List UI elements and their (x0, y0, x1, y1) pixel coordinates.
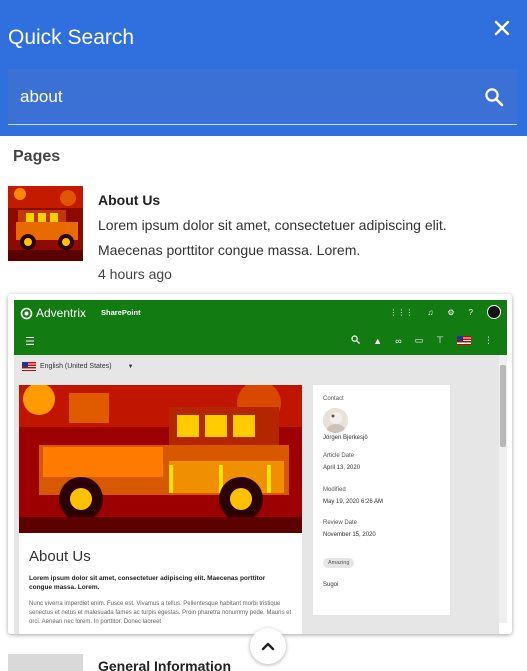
section-title-pages: Pages (13, 148, 61, 165)
search-icon (485, 88, 504, 107)
result-timestamp: 4 hours ago (98, 266, 172, 282)
brand-logo-icon (20, 307, 33, 319)
modified-date: May 19, 2020 6:26 AM (323, 499, 384, 505)
settings-icon: ⚙ (447, 307, 455, 317)
sitemap-icon: ⊤ (436, 335, 444, 345)
contact-avatar (323, 408, 348, 433)
extra-label: Sugoi (323, 582, 339, 588)
search-input[interactable] (8, 69, 468, 124)
chevron-up-icon (261, 642, 275, 651)
search-icon (351, 335, 361, 346)
scroll-up-button[interactable] (250, 628, 286, 664)
document-icon: ▭ (414, 335, 424, 345)
preview-brand: Adventrix (36, 306, 87, 320)
review-date: November 15, 2020 (323, 532, 376, 538)
preview-language-selector: English (United States) ▼ (22, 362, 134, 371)
preview-tool-icons: ▲ ∞ ▭ ⊤ ⋮ (351, 335, 493, 346)
review-date-label: Review Date (323, 520, 358, 526)
result-title: General Information (98, 658, 232, 671)
avatar (487, 305, 501, 319)
preview-toolbar: ☰ ▲ ∞ ▭ ⊤ ⋮ (14, 328, 507, 355)
contact-label: Contact (323, 396, 344, 402)
preview-hero-image (19, 385, 302, 533)
bell-icon: ♫ (427, 307, 434, 317)
preview-scrollbar (499, 355, 507, 623)
preview-sidebar: Contact Jörgen Bjerkesjö Article Date Ap… (313, 385, 450, 615)
article-date-label: Article Date (323, 453, 355, 459)
preview-paragraph: Nunc viverra imperdiet enim. Fusce est. … (29, 601, 292, 625)
close-icon (494, 20, 510, 36)
app-launcher-icon: ⋮⋮⋮ (389, 307, 414, 317)
preview-top-icons: ⋮⋮⋮ ♫ ⚙ ? (389, 305, 501, 319)
search-result-item[interactable]: About Us Lorem ipsum dolor sit amet, con… (8, 186, 519, 290)
result-description: Lorem ipsum dolor sit amet, consectetuer… (98, 217, 447, 258)
preview-article: About Us Lorem ipsum dolor sit amet, con… (19, 385, 302, 634)
panel-title: Quick Search (8, 26, 135, 49)
page-preview: Adventrix SharePoint ⋮⋮⋮ ♫ ⚙ ? ☰ ▲ ∞ ▭ ⊤ (8, 294, 512, 634)
chevron-down-icon: ▼ (127, 363, 134, 370)
preview-logo: Adventrix (20, 306, 86, 320)
result-thumbnail (8, 186, 83, 261)
search-button[interactable] (480, 83, 508, 111)
help-icon: ? (468, 307, 473, 317)
more-icon: ⋮ (484, 335, 493, 345)
flag-icon (457, 336, 471, 345)
result-thumbnail (8, 654, 83, 671)
preview-body: English (United States) ▼ About Us Lorem… (14, 355, 499, 634)
tag-badge: Amazing (323, 558, 355, 568)
quick-search-panel: Quick Search Pages (0, 0, 527, 671)
link-icon: ∞ (395, 335, 402, 346)
preview-language: English (United States) (40, 363, 112, 370)
close-button[interactable] (488, 14, 516, 42)
contact-name: Jörgen Bjerkesjö (323, 435, 368, 441)
header: Quick Search (0, 0, 527, 136)
search-box (8, 69, 517, 125)
preview-lead: Lorem ipsum dolor sit amet, consectetuer… (29, 575, 266, 591)
flag-icon (22, 362, 36, 371)
preview-app-name: SharePoint (101, 308, 141, 317)
preview-scrollbar-thumb (500, 365, 506, 447)
result-title: About Us (98, 192, 161, 208)
preview-suite-bar: Adventrix SharePoint ⋮⋮⋮ ♫ ⚙ ? (14, 300, 507, 328)
modified-label: Modified (323, 487, 346, 493)
article-date: April 13, 2020 (323, 465, 361, 471)
hamburger-menu-icon: ☰ (25, 336, 35, 348)
preview-page-title: About Us (29, 548, 91, 565)
notification-icon: ▲ (373, 335, 383, 346)
